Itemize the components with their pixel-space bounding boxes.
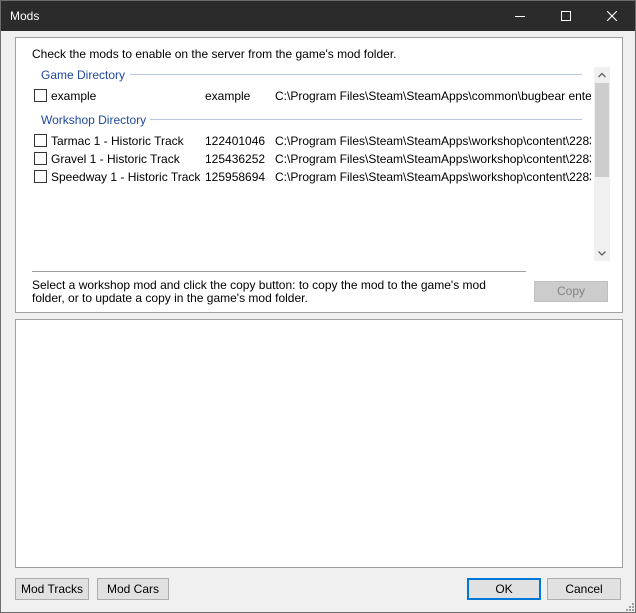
cancel-button[interactable]: Cancel <box>547 578 621 600</box>
mod-path: C:\Program Files\Steam\SteamApps\worksho… <box>275 134 591 148</box>
minimize-icon <box>515 16 525 17</box>
mod-checkbox-example[interactable] <box>34 89 47 102</box>
mod-name: Gravel 1 - Historic Track <box>51 152 180 166</box>
game-directory-title: Game Directory <box>41 68 126 82</box>
mod-cars-button[interactable]: Mod Cars <box>97 578 169 600</box>
scroll-thumb[interactable] <box>595 83 609 177</box>
close-icon <box>607 11 617 21</box>
mod-tracks-button[interactable]: Mod Tracks <box>15 578 89 600</box>
maximize-button[interactable] <box>543 1 589 31</box>
mod-list-scrollbar[interactable] <box>594 67 610 261</box>
mod-id: 125958694 <box>205 170 266 184</box>
mod-id: 125436252 <box>205 152 266 166</box>
chevron-up-icon <box>598 72 606 78</box>
mod-list-panel: Check the mods to enable on the server f… <box>15 37 623 313</box>
game-directory-divider <box>130 74 582 75</box>
mod-name: Speedway 1 - Historic Track <box>51 170 201 184</box>
scroll-down-button[interactable] <box>594 245 610 261</box>
resize-grip-icon[interactable] <box>623 600 635 612</box>
mod-checkbox-speedway[interactable] <box>34 170 47 183</box>
log-output-panel[interactable] <box>15 319 623 568</box>
ok-button[interactable]: OK <box>467 578 541 600</box>
mod-id: 122401046 <box>205 134 266 148</box>
window-title: Mods <box>10 9 40 23</box>
title-bar[interactable]: Mods <box>1 1 635 31</box>
mods-window: Mods Check the mods to enable on the ser… <box>0 0 636 613</box>
chevron-down-icon <box>598 251 606 256</box>
mod-path: C:\Program Files\Steam\SteamApps\worksho… <box>275 152 591 166</box>
workshop-directory-divider <box>150 119 582 120</box>
mod-name: example <box>51 89 97 103</box>
mod-name: Tarmac 1 - Historic Track <box>51 134 184 148</box>
mod-path: C:\Program Files\Steam\SteamApps\worksho… <box>275 170 591 184</box>
mod-checkbox-gravel[interactable] <box>34 152 47 165</box>
copy-button[interactable]: Copy <box>534 281 608 302</box>
scroll-up-button[interactable] <box>594 67 610 83</box>
mod-id: example <box>205 89 251 103</box>
workshop-directory-title: Workshop Directory <box>41 113 147 127</box>
instructions-text: Check the mods to enable on the server f… <box>32 47 397 61</box>
copy-hint-text: Select a workshop mod and click the copy… <box>32 278 486 305</box>
minimize-button[interactable] <box>497 1 543 31</box>
maximize-icon <box>561 11 571 21</box>
mod-path: C:\Program Files\Steam\SteamApps\common\… <box>275 89 591 103</box>
mod-checkbox-tarmac[interactable] <box>34 134 47 147</box>
hint-divider <box>32 271 526 272</box>
close-button[interactable] <box>589 1 635 31</box>
